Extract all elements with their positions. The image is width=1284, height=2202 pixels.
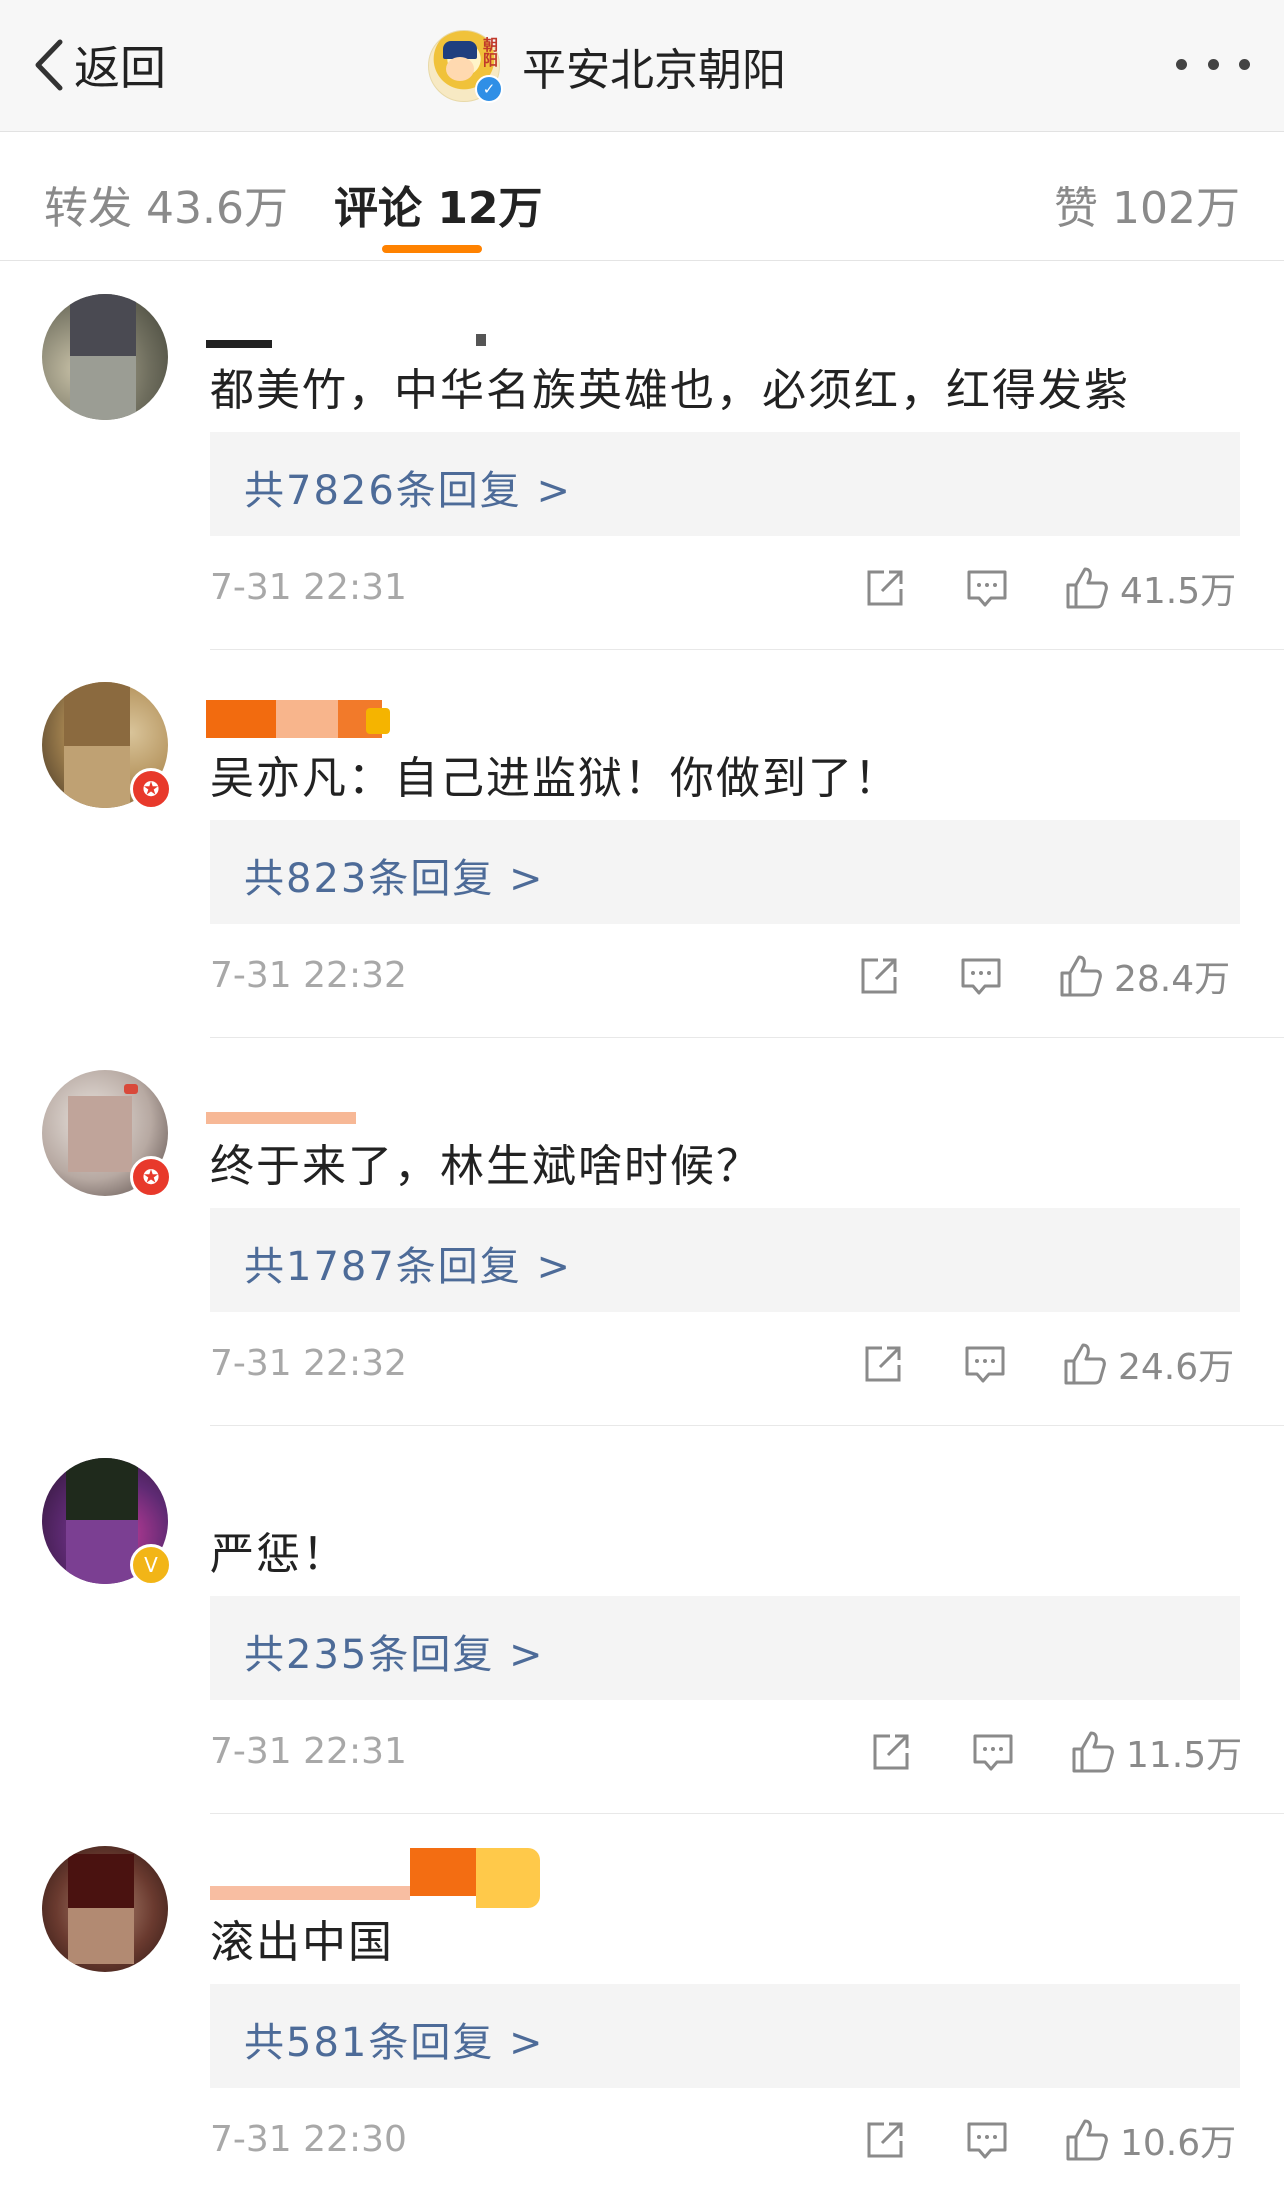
comment-text: 终于来了，林生斌啥时候？ <box>210 1141 762 1192</box>
comment-text: 吴亦凡：自己进监狱！你做到了！ <box>210 753 900 804</box>
comment-bubble-icon <box>965 1346 1005 1383</box>
reply-button[interactable] <box>962 1340 1008 1388</box>
like-count: 24.6万 <box>1118 1347 1235 1388</box>
view-replies-link[interactable]: 共235条回复 > <box>244 1622 545 1680</box>
comment-item: 滚出中国 共581条回复 > 7-31 22:30 10.6万 <box>0 1814 1284 2202</box>
dot <box>1239 58 1250 70</box>
view-replies-link[interactable]: 共1787条回复 > <box>244 1234 572 1292</box>
view-replies-link[interactable]: 共581条回复 > <box>244 2010 545 2068</box>
tab-like[interactable]: 赞 102万 <box>1054 172 1240 236</box>
thumbs-up-icon <box>1064 1343 1106 1385</box>
comment-text: 严惩！ <box>210 1529 348 1580</box>
user-avatar[interactable]: V <box>42 1458 172 1586</box>
share-button[interactable] <box>862 2116 908 2164</box>
active-tab-indicator <box>382 245 482 253</box>
comment-item: ✪ 终于来了，林生斌啥时候？ 共1787条回复 > 7-31 22:32 24.… <box>0 1038 1284 1426</box>
back-label: 返回 <box>74 41 166 95</box>
like-count: 41.5万 <box>1120 571 1237 612</box>
comment-text: 滚出中国 <box>210 1917 394 1968</box>
reply-thread-box[interactable]: 共1787条回复 > <box>210 1208 1240 1312</box>
share-icon <box>867 570 903 606</box>
dot <box>1176 58 1187 70</box>
share-icon <box>865 1346 901 1382</box>
avatar-logo-text: 朝阳 <box>481 37 499 67</box>
share-icon <box>861 958 897 994</box>
view-replies-link[interactable]: 共823条回复 > <box>244 846 545 904</box>
user-avatar[interactable] <box>42 294 168 420</box>
like-count: 10.6万 <box>1120 2123 1237 2164</box>
comment-timestamp: 7-31 22:30 <box>210 2119 407 2160</box>
share-button[interactable] <box>860 1340 906 1388</box>
avatar-image <box>42 1846 168 1972</box>
top-nav-bar: 返回 朝阳 ✓ 平安北京朝阳 <box>0 0 1284 132</box>
reply-button[interactable] <box>964 564 1010 612</box>
reply-thread-box[interactable]: 共581条回复 > <box>210 1984 1240 2088</box>
tab-comment[interactable]: 评论 12万 <box>334 172 543 236</box>
account-name: 平安北京朝阳 <box>522 45 786 96</box>
comment-timestamp: 7-31 22:32 <box>210 1343 407 1384</box>
account-avatar[interactable]: 朝阳 ✓ <box>428 30 503 103</box>
face-shape <box>446 57 474 81</box>
member-badge-icon: ✪ <box>130 1156 172 1198</box>
verified-icon: V <box>130 1544 172 1586</box>
share-icon <box>867 2122 903 2158</box>
tab-repost[interactable]: 转发 43.6万 <box>44 172 288 236</box>
reply-thread-box[interactable]: 共235条回复 > <box>210 1596 1240 1700</box>
thumbs-up-icon <box>1072 1731 1114 1773</box>
comment-timestamp: 7-31 22:31 <box>210 567 407 608</box>
more-dots-icon[interactable] <box>1176 44 1250 84</box>
comment-bubble-icon <box>961 958 1001 995</box>
comment-item: ✪ 吴亦凡：自己进监狱！你做到了！ 共823条回复 > 7-31 22:32 2… <box>0 650 1284 1038</box>
reply-button[interactable] <box>970 1728 1016 1776</box>
share-icon <box>873 1734 909 1770</box>
view-replies-link[interactable]: 共7826条回复 > <box>244 458 572 516</box>
back-button[interactable]: 返回 <box>30 30 166 100</box>
user-avatar[interactable]: ✪ <box>42 1070 172 1198</box>
member-badge-icon: ✪ <box>130 768 172 810</box>
reply-button[interactable] <box>958 952 1004 1000</box>
dot <box>1207 58 1219 70</box>
comment-bubble-icon <box>967 570 1007 607</box>
reply-button[interactable] <box>964 2116 1010 2164</box>
user-avatar[interactable] <box>42 1846 168 1972</box>
like-button[interactable]: 11.5万 <box>1070 1728 1242 1776</box>
account-header[interactable]: 朝阳 ✓ 平安北京朝阳 <box>428 28 786 104</box>
avatar-image <box>42 294 168 420</box>
like-count: 28.4万 <box>1114 959 1231 1000</box>
chevron-left-icon <box>35 39 63 91</box>
comment-timestamp: 7-31 22:31 <box>210 1731 407 1772</box>
like-button[interactable]: 10.6万 <box>1064 2116 1236 2164</box>
comment-bubble-icon <box>967 2122 1007 2159</box>
comment-bubble-icon <box>973 1734 1013 1771</box>
like-button[interactable]: 41.5万 <box>1064 564 1236 612</box>
tab-bar: 转发 43.6万 评论 12万 赞 102万 <box>0 132 1284 261</box>
share-button[interactable] <box>862 564 908 612</box>
share-button[interactable] <box>868 1728 914 1776</box>
user-avatar[interactable]: ✪ <box>42 682 172 810</box>
reply-thread-box[interactable]: 共7826条回复 > <box>210 432 1240 536</box>
thumbs-up-icon <box>1066 567 1108 609</box>
like-button[interactable]: 28.4万 <box>1058 952 1230 1000</box>
share-button[interactable] <box>856 952 902 1000</box>
reply-thread-box[interactable]: 共823条回复 > <box>210 820 1240 924</box>
comment-text: 都美竹，中华名族英雄也，必须红，红得发紫 <box>210 365 1130 416</box>
comment-item: V 严惩！ 共235条回复 > 7-31 22:31 11.5万 <box>0 1426 1284 1814</box>
like-count: 11.5万 <box>1126 1735 1243 1776</box>
like-button[interactable]: 24.6万 <box>1062 1340 1234 1388</box>
thumbs-up-icon <box>1060 955 1102 997</box>
verified-icon: ✓ <box>475 75 503 103</box>
thumbs-up-icon <box>1066 2119 1108 2161</box>
comment-item: 都美竹，中华名族英雄也，必须红，红得发紫 共7826条回复 > 7-31 22:… <box>0 262 1284 650</box>
comment-timestamp: 7-31 22:32 <box>210 955 407 996</box>
